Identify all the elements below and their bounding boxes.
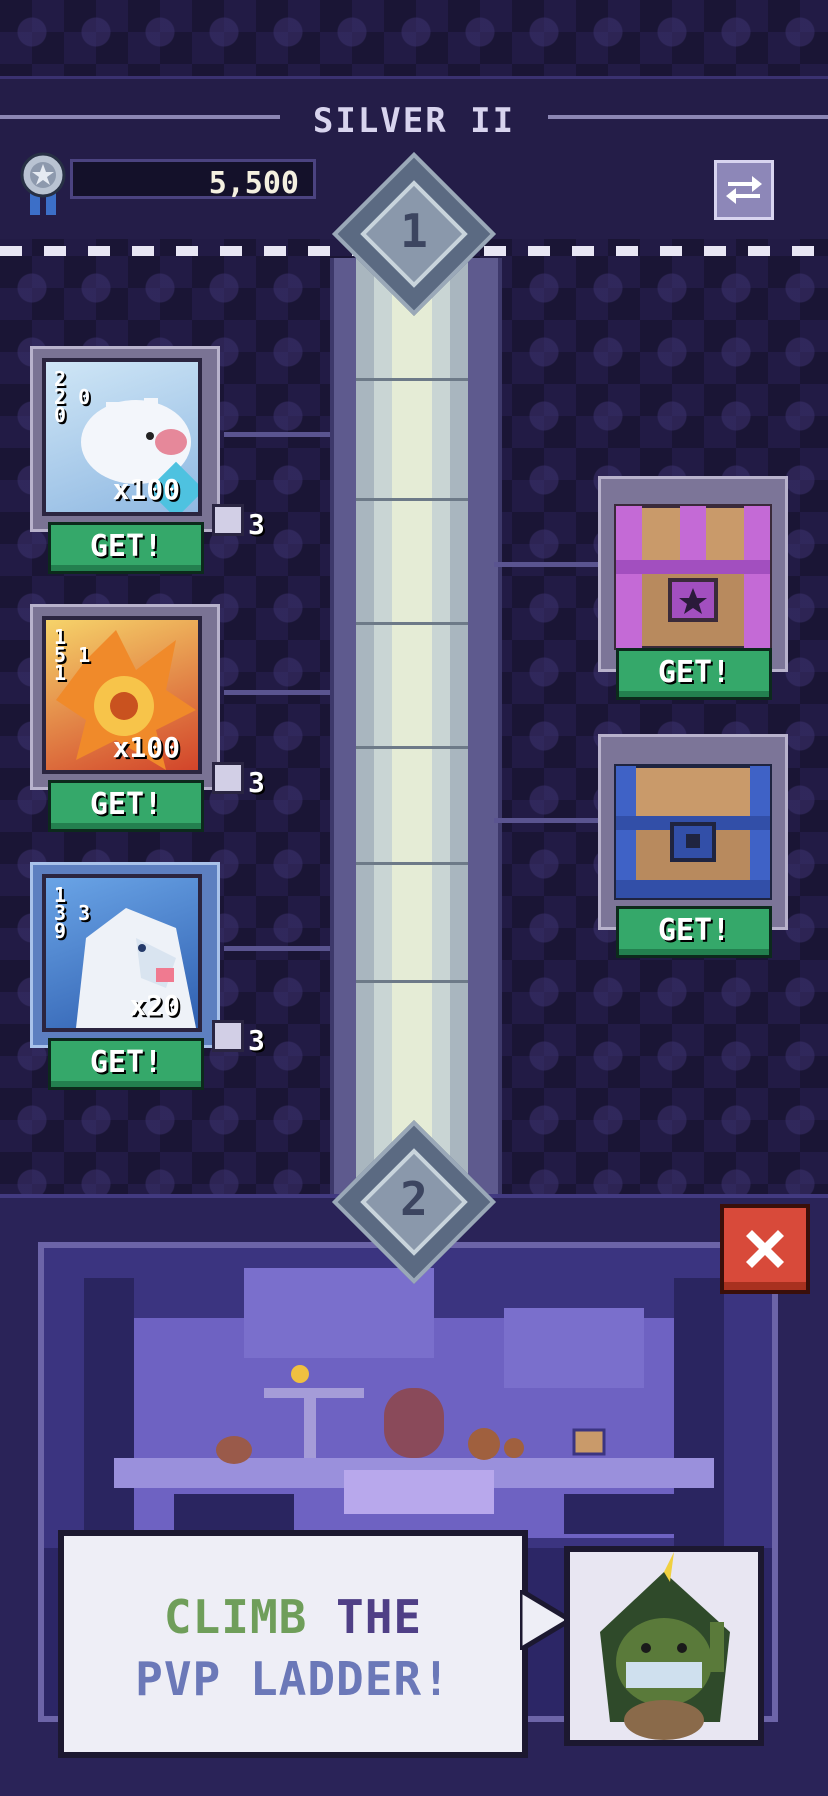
medal-icon: [20, 152, 66, 215]
league-tier-title: SILVER II: [312, 101, 516, 141]
frost-wolf-card-art: 1 3 3 9 x20: [42, 874, 202, 1032]
dice-count: 3: [248, 508, 265, 541]
trophy-score: 5,500: [20, 151, 316, 215]
get-reward-button[interactable]: GET!: [48, 780, 204, 832]
speech-bubble-tail: [520, 1590, 570, 1650]
dice-icon: [212, 762, 244, 794]
get-reward-button[interactable]: GET!: [48, 522, 204, 574]
close-button[interactable]: [720, 1204, 810, 1294]
dice-icon: [212, 504, 244, 536]
speech-bubble: CLIMB THE PVP LADDER!: [58, 1530, 528, 1758]
card-quantity: x100: [112, 731, 180, 764]
dialog-word-the: THE: [336, 1590, 423, 1644]
dice-count: 3: [248, 1024, 265, 1057]
character-portrait: [564, 1546, 764, 1746]
dice-count: 3: [248, 766, 265, 799]
switch-view-button[interactable]: [714, 160, 774, 220]
rank-2-badge: 2: [331, 1119, 497, 1285]
ladder-pillar: [330, 258, 502, 1198]
card-stats: 1 3 3 9: [54, 883, 91, 943]
rank-2-number: 2: [400, 1172, 428, 1226]
card-quantity: x20: [129, 989, 180, 1022]
ice-bear-card-art: 2 2 0 0 x100: [42, 358, 202, 516]
dice-cost: 3: [212, 750, 272, 806]
dice-cost: 3: [212, 1008, 272, 1064]
purple-chest-icon: [614, 504, 772, 650]
rank-1-number: 1: [400, 204, 428, 258]
get-reward-button[interactable]: GET!: [48, 1038, 204, 1090]
swap-arrows-icon: [726, 176, 762, 204]
dice-cost: 3: [212, 492, 272, 548]
close-icon: [746, 1230, 784, 1268]
dialog-line-2: PVP LADDER!: [135, 1652, 451, 1706]
rank-1-badge: 1: [331, 151, 497, 317]
score-value: 5,500: [208, 166, 299, 201]
score-box: 5,500: [70, 159, 316, 201]
get-chest-button[interactable]: GET!: [616, 648, 772, 700]
goblin-character-icon: [570, 1552, 758, 1740]
dialog-word-climb: CLIMB: [163, 1590, 308, 1644]
card-stats: 1 5 1 1: [54, 625, 91, 685]
card-quantity: x100: [112, 473, 180, 506]
get-chest-button[interactable]: GET!: [616, 906, 772, 958]
dice-icon: [212, 1020, 244, 1052]
fire-beast-card-art: 1 5 1 1 x100: [42, 616, 202, 774]
card-stats: 2 2 0 0: [54, 367, 91, 427]
blue-chest-icon: [614, 764, 772, 900]
